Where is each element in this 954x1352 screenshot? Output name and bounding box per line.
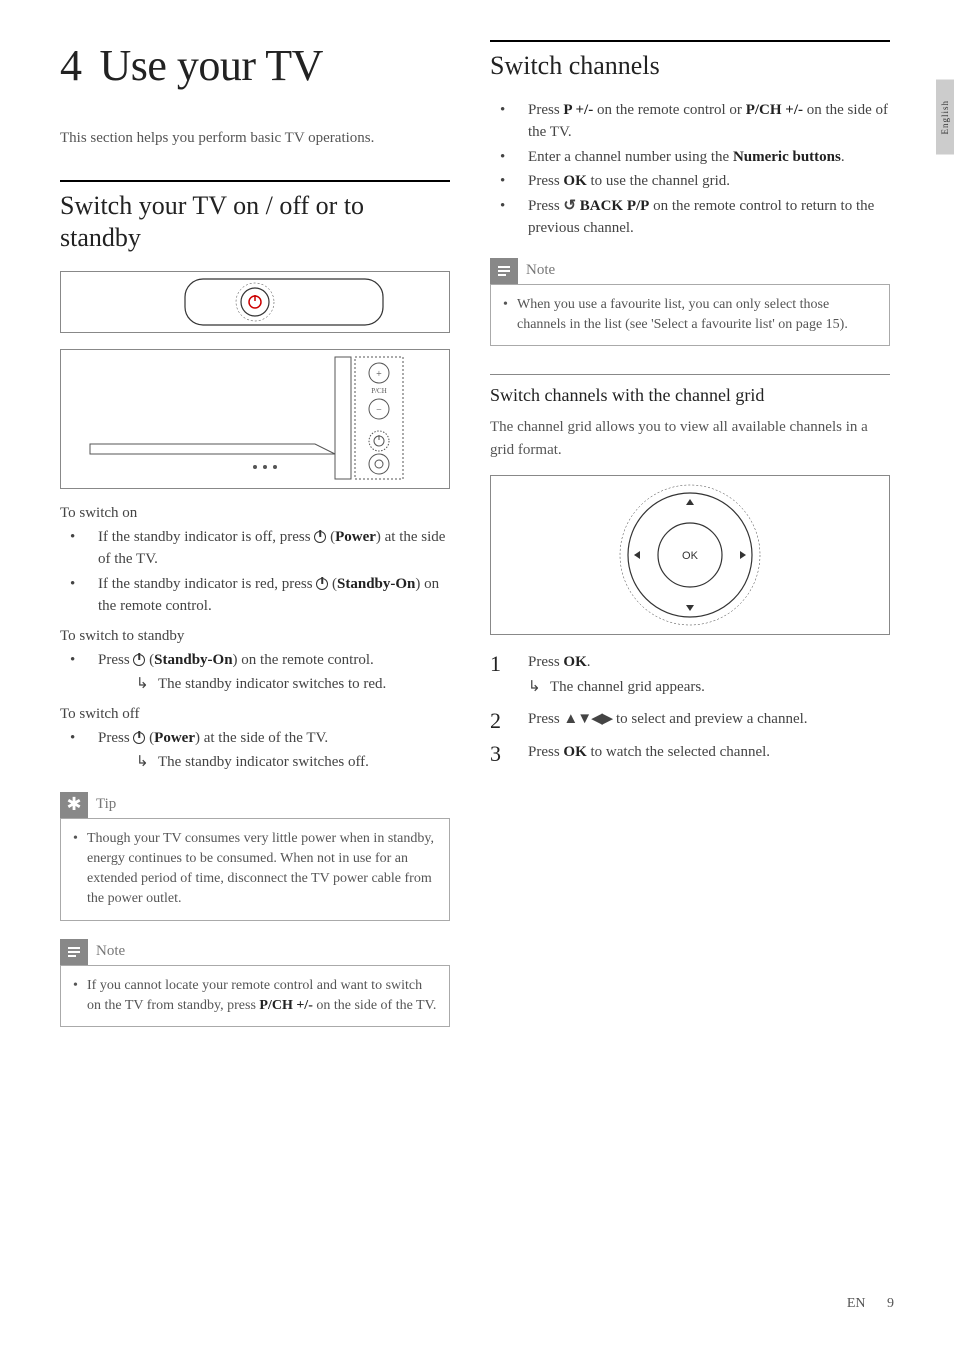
note-label: Note	[96, 943, 125, 960]
illustration-remote-power	[60, 271, 450, 333]
grid-step-2: Press ▲▼◀▶ to select and preview a chann…	[490, 708, 890, 731]
footer-lang: EN	[847, 1296, 866, 1311]
page-footer: EN 9	[847, 1296, 894, 1312]
chapter-number: 4	[60, 41, 82, 90]
section-grid-heading: Switch channels with the channel grid	[490, 374, 890, 406]
switch-off-item: Press (Power) at the side of the TV. The…	[60, 727, 450, 774]
grid-step1-result: The channel grid appears.	[528, 676, 890, 699]
power-icon	[316, 578, 328, 590]
channels-item-4: Press ↺ BACK P/P on the remote control t…	[490, 195, 890, 240]
note-icon	[490, 258, 518, 284]
switch-standby-label: To switch to standby	[60, 628, 450, 645]
note2-body: When you use a favourite list, you can o…	[503, 295, 877, 336]
note-box-2: Note When you use a favourite list, you …	[490, 258, 890, 347]
power-icon	[314, 531, 326, 543]
power-icon	[133, 654, 145, 666]
switch-on-label: To switch on	[60, 505, 450, 522]
tip-label: Tip	[96, 796, 116, 813]
switch-standby-item: Press (Standby-On) on the remote control…	[60, 649, 450, 696]
back-icon: ↺	[563, 198, 576, 214]
note1-body: If you cannot locate your remote control…	[73, 976, 437, 1017]
tip-body: Though your TV consumes very little powe…	[73, 829, 437, 910]
channels-item-1: Press P +/- on the remote control or P/C…	[490, 99, 890, 144]
switch-off-label: To switch off	[60, 706, 450, 723]
note-icon	[60, 939, 88, 965]
chapter-heading: 4 Use your TV	[60, 40, 450, 91]
switch-on-item-2: If the standby indicator is red, press (…	[60, 573, 450, 618]
tip-icon: ✱	[60, 792, 88, 818]
footer-page-number: 9	[887, 1296, 894, 1311]
switch-on-item-1: If the standby indicator is off, press (…	[60, 526, 450, 571]
tip-box: ✱ Tip Though your TV consumes very littl…	[60, 792, 450, 921]
chapter-title: Use your TV	[100, 41, 323, 90]
nav-arrows-icon: ▲▼◀▶	[563, 710, 612, 727]
svg-text:+: +	[376, 369, 382, 380]
grid-step-1: Press OK. The channel grid appears.	[490, 651, 890, 698]
power-icon	[133, 732, 145, 744]
illustration-remote-ok-ring: OK	[490, 475, 890, 635]
off-result: The standby indicator switches off.	[98, 751, 450, 774]
language-tab: English	[936, 80, 954, 155]
channels-item-3: Press OK to use the channel grid.	[490, 170, 890, 193]
illustration-tv-side-buttons: + P/CH −	[60, 349, 450, 489]
note-box-1: Note If you cannot locate your remote co…	[60, 939, 450, 1028]
channels-item-2: Enter a channel number using the Numeric…	[490, 146, 890, 169]
svg-text:−: −	[376, 405, 382, 416]
svg-text:P/CH: P/CH	[371, 387, 387, 395]
note-label: Note	[526, 262, 555, 279]
section-power-heading: Switch your TV on / off or to standby	[60, 180, 450, 255]
section-channels-heading: Switch channels	[490, 40, 890, 83]
grid-description: The channel grid allows you to view all …	[490, 416, 890, 461]
grid-step-3: Press OK to watch the selected channel.	[490, 741, 890, 764]
standby-result: The standby indicator switches to red.	[98, 673, 450, 696]
intro-text: This section helps you perform basic TV …	[60, 127, 450, 150]
svg-text:OK: OK	[682, 550, 699, 562]
